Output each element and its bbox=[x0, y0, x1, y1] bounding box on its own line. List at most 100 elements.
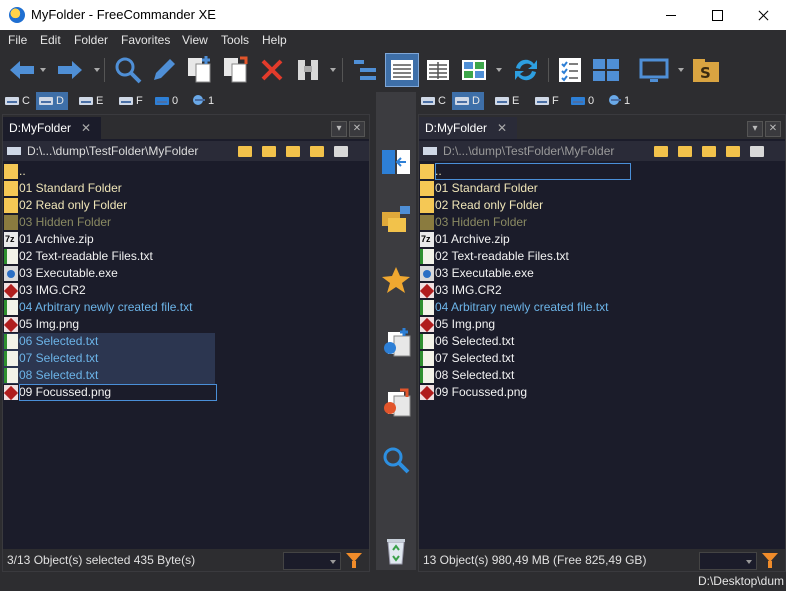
tab-close-icon[interactable]: ✕ bbox=[497, 121, 507, 135]
drive-d-button[interactable]: D bbox=[36, 92, 68, 110]
folder-favorites-icon[interactable] bbox=[677, 143, 693, 159]
list-item-focused[interactable]: 09 Focussed.png bbox=[3, 384, 369, 401]
edit-pencil-icon[interactable] bbox=[148, 54, 180, 86]
drive-c-button[interactable]: C bbox=[2, 92, 30, 110]
menu-tools[interactable]: Tools bbox=[221, 33, 249, 47]
folder-root-icon[interactable] bbox=[725, 143, 741, 159]
list-item[interactable]: 03 IMG.CR2 bbox=[3, 282, 369, 299]
move-to-other-panel-icon[interactable] bbox=[380, 386, 412, 418]
drive-e-button[interactable]: E bbox=[492, 92, 519, 110]
list-item[interactable]: 04 Arbitrary newly created file.txt bbox=[3, 299, 369, 316]
forward-arrow-icon[interactable] bbox=[54, 54, 86, 86]
refresh-icon[interactable] bbox=[510, 54, 542, 86]
drive-e-button[interactable]: E bbox=[76, 92, 103, 110]
sync-panels-icon[interactable] bbox=[380, 146, 412, 178]
list-item[interactable]: 02 Text-readable Files.txt bbox=[3, 248, 369, 265]
list-view-icon[interactable] bbox=[422, 54, 454, 86]
list-item[interactable]: 04 Arbitrary newly created file.txt bbox=[419, 299, 785, 316]
tab-list-dropdown[interactable]: ▾ bbox=[747, 121, 763, 137]
left-filter-combo[interactable] bbox=[283, 552, 341, 570]
back-arrow-icon[interactable] bbox=[6, 54, 38, 86]
drive-1-button[interactable]: 1 bbox=[604, 92, 630, 110]
folder-history-icon[interactable] bbox=[653, 143, 669, 159]
drive-1-button[interactable]: 1 bbox=[188, 92, 214, 110]
filter-icon[interactable] bbox=[346, 553, 362, 568]
folder-history-icon[interactable] bbox=[237, 143, 253, 159]
monitor-dropdown-icon[interactable] bbox=[678, 68, 684, 72]
list-item[interactable]: 03 Hidden Folder bbox=[3, 214, 369, 231]
right-filter-combo[interactable] bbox=[699, 552, 757, 570]
copy-path-icon[interactable] bbox=[333, 143, 349, 159]
list-item[interactable]: 02 Read only Folder bbox=[3, 197, 369, 214]
list-item-focused[interactable]: .. bbox=[419, 163, 785, 180]
list-item[interactable]: 09 Focussed.png bbox=[419, 384, 785, 401]
drive-f-button[interactable]: F bbox=[116, 92, 143, 110]
drive-f-button[interactable]: F bbox=[532, 92, 559, 110]
checklist-icon[interactable] bbox=[554, 54, 586, 86]
tab-left-myfolder[interactable]: D:MyFolder ✕ bbox=[3, 117, 102, 139]
folder-tree-icon[interactable] bbox=[380, 204, 412, 236]
menu-edit[interactable]: Edit bbox=[40, 33, 61, 47]
shell-s-icon[interactable]: S bbox=[690, 54, 722, 86]
filter-icon[interactable] bbox=[762, 553, 778, 568]
list-item[interactable]: 01 Archive.zip bbox=[3, 231, 369, 248]
drive-0-button[interactable]: 0 bbox=[568, 92, 594, 110]
search-icon[interactable] bbox=[380, 444, 412, 476]
minimize-button[interactable] bbox=[648, 0, 694, 30]
tab-close-button[interactable]: ✕ bbox=[349, 121, 365, 137]
list-item[interactable]: 06 Selected.txt bbox=[419, 333, 785, 350]
right-path[interactable]: D:\...\dump\TestFolder\MyFolder bbox=[443, 144, 614, 158]
favorites-star-icon[interactable] bbox=[380, 264, 412, 296]
list-item[interactable]: 01 Archive.zip bbox=[419, 231, 785, 248]
copy-to-other-panel-icon[interactable] bbox=[380, 326, 412, 358]
recycle-bin-icon[interactable] bbox=[380, 534, 412, 566]
search-icon[interactable] bbox=[112, 54, 144, 86]
list-item[interactable]: 03 IMG.CR2 bbox=[419, 282, 785, 299]
view-dropdown-icon[interactable] bbox=[496, 68, 502, 72]
tree-view-icon[interactable] bbox=[350, 54, 382, 86]
menu-file[interactable]: File bbox=[8, 33, 27, 47]
list-item[interactable]: 05 Img.png bbox=[419, 316, 785, 333]
tab-right-myfolder[interactable]: D:MyFolder ✕ bbox=[419, 117, 518, 139]
list-item[interactable]: 01 Standard Folder bbox=[419, 180, 785, 197]
tab-close-button[interactable]: ✕ bbox=[765, 121, 781, 137]
tab-list-dropdown[interactable]: ▾ bbox=[331, 121, 347, 137]
binoculars-dropdown-icon[interactable] bbox=[330, 68, 336, 72]
list-item-selected[interactable]: 06 Selected.txt bbox=[3, 333, 215, 350]
menu-folder[interactable]: Folder bbox=[74, 33, 108, 47]
list-item[interactable]: 05 Img.png bbox=[3, 316, 369, 333]
folder-up-icon[interactable] bbox=[285, 143, 301, 159]
layout-grid-icon[interactable] bbox=[590, 54, 622, 86]
close-button[interactable] bbox=[740, 0, 786, 30]
list-item[interactable]: 08 Selected.txt bbox=[419, 367, 785, 384]
menu-help[interactable]: Help bbox=[262, 33, 287, 47]
binoculars-icon[interactable] bbox=[292, 54, 324, 86]
list-item[interactable]: 03 Hidden Folder bbox=[419, 214, 785, 231]
list-item[interactable]: 03 Executable.exe bbox=[419, 265, 785, 282]
left-path[interactable]: D:\...\dump\TestFolder\MyFolder bbox=[27, 144, 198, 158]
copy-path-icon[interactable] bbox=[749, 143, 765, 159]
folder-up-icon[interactable] bbox=[701, 143, 717, 159]
list-item[interactable]: .. bbox=[3, 163, 369, 180]
list-item[interactable]: 01 Standard Folder bbox=[3, 180, 369, 197]
list-item-selected[interactable]: 07 Selected.txt bbox=[3, 350, 215, 367]
monitor-icon[interactable] bbox=[638, 54, 670, 86]
list-item-selected[interactable]: 08 Selected.txt bbox=[3, 367, 215, 384]
menu-favorites[interactable]: Favorites bbox=[121, 33, 170, 47]
list-item[interactable]: 02 Read only Folder bbox=[419, 197, 785, 214]
drive-d-button[interactable]: D bbox=[452, 92, 484, 110]
delete-icon[interactable] bbox=[256, 54, 288, 86]
tab-close-icon[interactable]: ✕ bbox=[81, 121, 91, 135]
back-dropdown-icon[interactable] bbox=[40, 68, 46, 72]
drive-0-button[interactable]: 0 bbox=[152, 92, 178, 110]
copy-files-icon[interactable] bbox=[184, 54, 216, 86]
forward-dropdown-icon[interactable] bbox=[94, 68, 100, 72]
detail-view-icon[interactable] bbox=[385, 53, 419, 87]
menu-view[interactable]: View bbox=[182, 33, 208, 47]
maximize-button[interactable] bbox=[694, 0, 740, 30]
folder-favorites-icon[interactable] bbox=[261, 143, 277, 159]
folder-root-icon[interactable] bbox=[309, 143, 325, 159]
list-item[interactable]: 02 Text-readable Files.txt bbox=[419, 248, 785, 265]
list-item[interactable]: 03 Executable.exe bbox=[3, 265, 369, 282]
thumbnail-view-icon[interactable] bbox=[458, 54, 490, 86]
